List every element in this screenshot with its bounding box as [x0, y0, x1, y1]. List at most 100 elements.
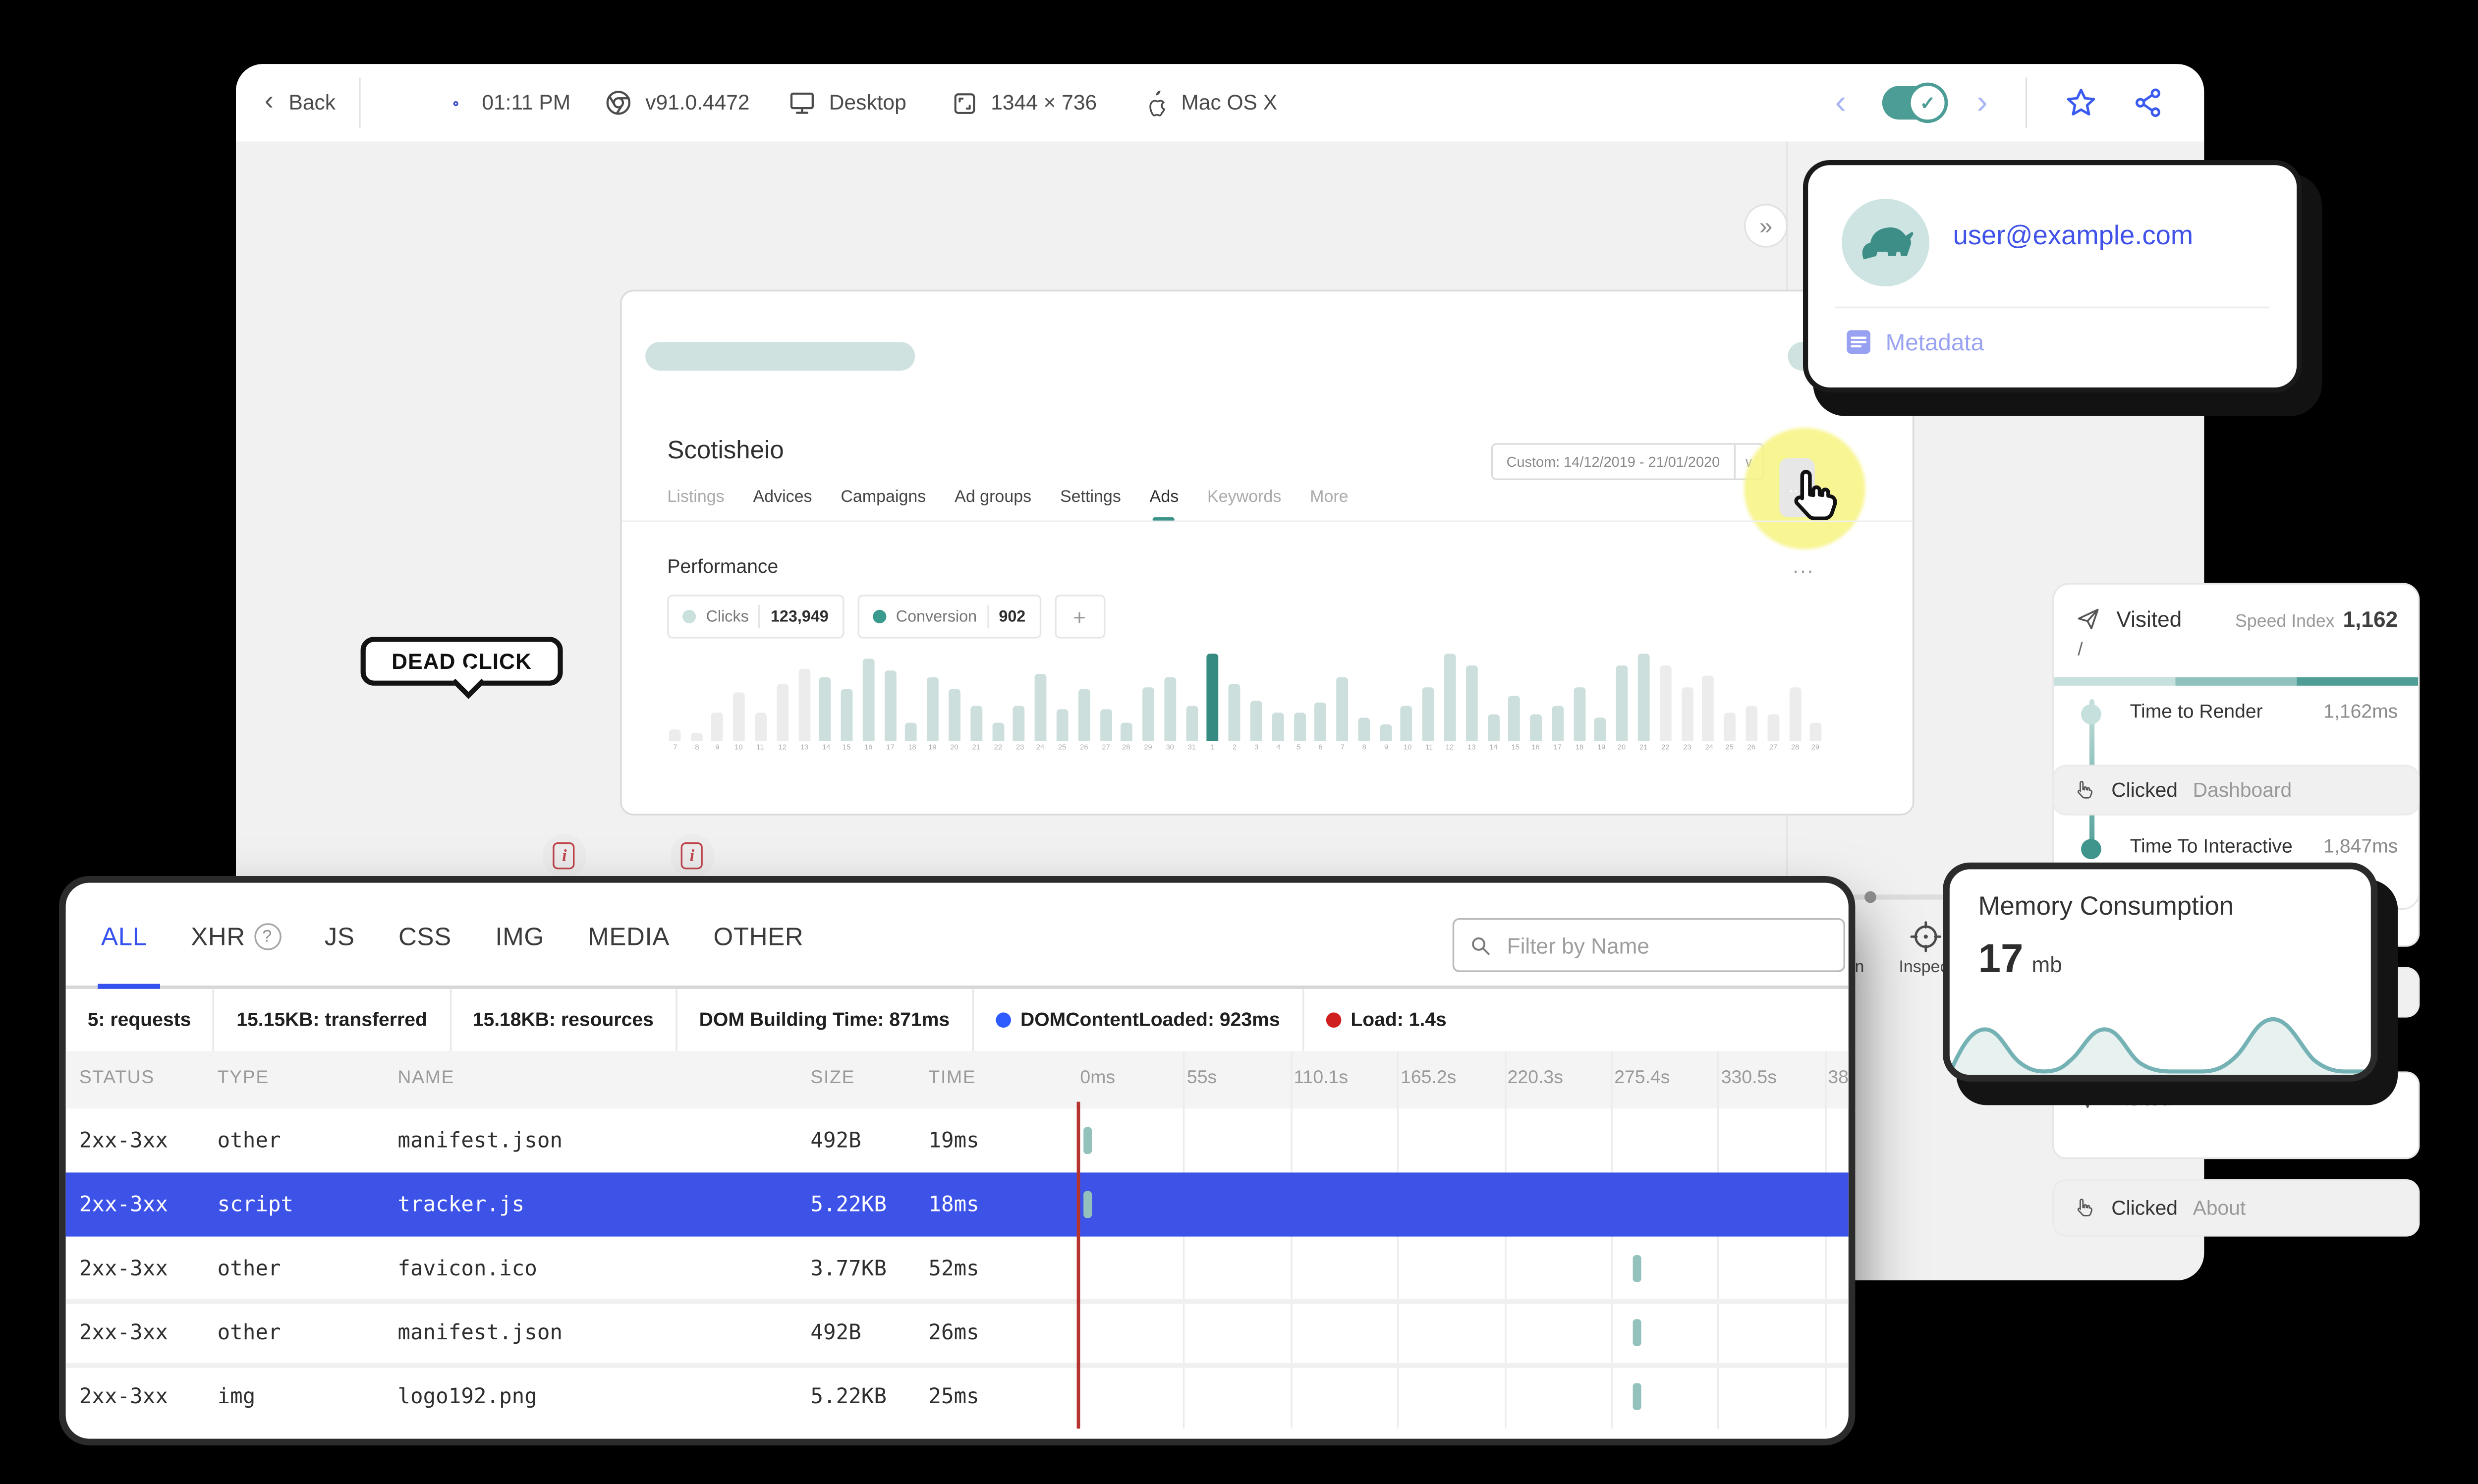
chart-x-label: 11	[1424, 744, 1432, 752]
chart-bar	[1487, 714, 1499, 741]
chart-bar	[733, 693, 745, 741]
resolution-label: 1344 × 736	[991, 91, 1097, 115]
chart-bar	[1358, 718, 1370, 741]
network-tab-media[interactable]: MEDIA	[588, 923, 670, 951]
page-tab-settings[interactable]: Settings	[1060, 489, 1121, 522]
waterfall-tick: 220.3s	[1507, 1068, 1563, 1089]
chart-x-label: 7	[1340, 744, 1345, 752]
help-icon[interactable]: ?	[253, 923, 281, 950]
issue-marker-pin[interactable]: i	[670, 834, 714, 886]
waterfall-bar	[1632, 1255, 1641, 1282]
chart-bar-slot: 26	[1073, 652, 1094, 757]
user-email[interactable]: user@example.com	[1953, 222, 2194, 253]
chart-x-label: 4	[1276, 744, 1280, 752]
chart-x-label: 8	[694, 744, 698, 752]
network-stat: Load: 1.4s	[1303, 989, 1468, 1051]
metric-value: 902	[999, 607, 1026, 626]
event-card-clicked-about[interactable]: Clicked About	[2052, 1179, 2420, 1237]
visited-event-card[interactable]: Visited Speed Index 1,162 / Time to Rende…	[2052, 583, 2420, 910]
column-name[interactable]: NAME	[397, 1068, 454, 1089]
request-row-manifest.json[interactable]: 2xx-3xx other manifest.json 492B 19ms	[66, 1108, 1849, 1172]
chart-bar	[1078, 689, 1090, 741]
event-target: About	[2193, 1196, 2246, 1220]
chart-x-label: 18	[1575, 744, 1583, 752]
chart-bar	[949, 689, 961, 741]
request-row-logo192.png[interactable]: 2xx-3xx img logo192.png 5.22KB 25ms	[66, 1365, 1849, 1429]
chart-bar-slot: 19	[1590, 652, 1611, 757]
favorite-button[interactable]	[2064, 64, 2098, 141]
date-range-select[interactable]: Custom: 14/12/2019 - 21/01/2020 ∨	[1491, 443, 1764, 480]
page-title: Scotisheio	[667, 436, 784, 465]
timeline-event-dot[interactable]	[1865, 891, 1877, 903]
chart-bar-slot: 26	[1741, 652, 1762, 757]
chart-bar-slot: 10	[729, 652, 750, 757]
network-tab-img[interactable]: IMG	[495, 923, 544, 951]
chart-x-label: 22	[993, 744, 1002, 752]
chart-bar-slot: 23	[1676, 652, 1697, 757]
crosshair-icon	[1910, 921, 1942, 952]
event-card-visited[interactable]: Visited	[2052, 1071, 2420, 1159]
metric-chip-conversion[interactable]: Conversion 902	[857, 595, 1041, 639]
metric-chips: Clicks 123,949 Conversion 902 +	[667, 595, 1105, 639]
filter-input[interactable]	[1503, 931, 1828, 960]
chart-x-label: 16	[864, 744, 873, 752]
chart-bar-slot: 15	[1504, 652, 1525, 757]
page-tab-more[interactable]: More	[1310, 489, 1349, 522]
timing-label: Time to Render	[2130, 702, 2263, 723]
page-tab-ads[interactable]: Ads	[1150, 489, 1179, 522]
chart-x-label: 10	[1403, 744, 1411, 752]
network-tab-other[interactable]: OTHER	[714, 923, 804, 951]
network-tab-js[interactable]: JS	[325, 923, 355, 951]
cell-size: 5.22KB	[810, 1383, 887, 1409]
chart-bar	[1142, 688, 1155, 741]
request-row-manifest.json[interactable]: 2xx-3xx other manifest.json 492B 26ms	[66, 1301, 1849, 1365]
chart-bar-slot: 12	[772, 652, 793, 757]
prev-session-button[interactable]: ‹	[1835, 64, 1847, 141]
chart-x-label: 7	[673, 744, 677, 752]
chart-bar	[1637, 654, 1650, 741]
request-row-favicon.ico[interactable]: 2xx-3xx other favicon.ico 3.77KB 52ms	[66, 1237, 1849, 1301]
next-session-button[interactable]: ›	[1976, 64, 1988, 141]
session-time-label: 01:11 PM	[482, 91, 571, 115]
back-button[interactable]: ‹ Back	[265, 64, 336, 141]
page-tab-advices[interactable]: Advices	[753, 489, 812, 522]
topbar-divider	[359, 77, 361, 128]
metric-chip-clicks[interactable]: Clicks 123,949	[667, 595, 844, 639]
waterfall-bar	[1632, 1319, 1641, 1346]
column-size[interactable]: SIZE	[810, 1068, 855, 1089]
check-icon: ✓	[1907, 82, 1948, 123]
column-status[interactable]: STATUS	[79, 1068, 155, 1089]
page-tab-listings[interactable]: Listings	[667, 489, 724, 522]
cell-time: 52ms	[928, 1255, 979, 1280]
chart-bar	[1616, 665, 1629, 741]
page-tab-keywords[interactable]: Keywords	[1207, 489, 1281, 522]
request-row-tracker.js[interactable]: 2xx-3xx script tracker.js 5.22KB 18ms	[65, 1172, 1849, 1237]
autoplay-toggle[interactable]: ✓	[1882, 64, 1948, 141]
chart-bar-slot: 7	[1332, 652, 1353, 757]
column-type[interactable]: TYPE	[218, 1068, 269, 1089]
network-tab-css[interactable]: CSS	[398, 923, 451, 951]
waterfall-tick: 165.2s	[1401, 1068, 1457, 1089]
table-header: STATUS TYPE NAME SIZE TIME 0ms 55s 110.1s 1…	[65, 1051, 1849, 1109]
issue-marker-pin[interactable]: i	[542, 834, 587, 886]
chart-x-label: 25	[1726, 744, 1734, 752]
page-tab-ad-groups[interactable]: Ad groups	[955, 489, 1031, 522]
chart-x-label: 31	[1187, 744, 1196, 752]
metadata-button[interactable]: Metadata	[1845, 329, 1984, 355]
cell-type: other	[217, 1127, 281, 1153]
network-stat: DOMContentLoaded: 923ms	[973, 989, 1304, 1051]
waterfall-tick: 0ms	[1080, 1068, 1116, 1089]
chart-x-label: 21	[972, 744, 980, 752]
network-tab-all[interactable]: ALL	[101, 923, 147, 951]
collapse-sidebar-button[interactable]: »	[1744, 204, 1788, 248]
chart-bar	[712, 712, 724, 741]
add-metric-button[interactable]: +	[1054, 595, 1105, 639]
section-menu-button[interactable]: ...	[1793, 554, 1815, 578]
chart-bar	[1767, 714, 1779, 741]
chart-bar-slot: 16	[1525, 652, 1547, 757]
page-tab-campaigns[interactable]: Campaigns	[841, 489, 926, 522]
network-tab-xhr[interactable]: XHR?	[191, 923, 281, 951]
event-card-clicked-dashboard[interactable]: Clicked Dashboard	[2052, 765, 2420, 816]
column-time[interactable]: TIME	[928, 1068, 976, 1089]
share-button[interactable]	[2132, 64, 2165, 141]
